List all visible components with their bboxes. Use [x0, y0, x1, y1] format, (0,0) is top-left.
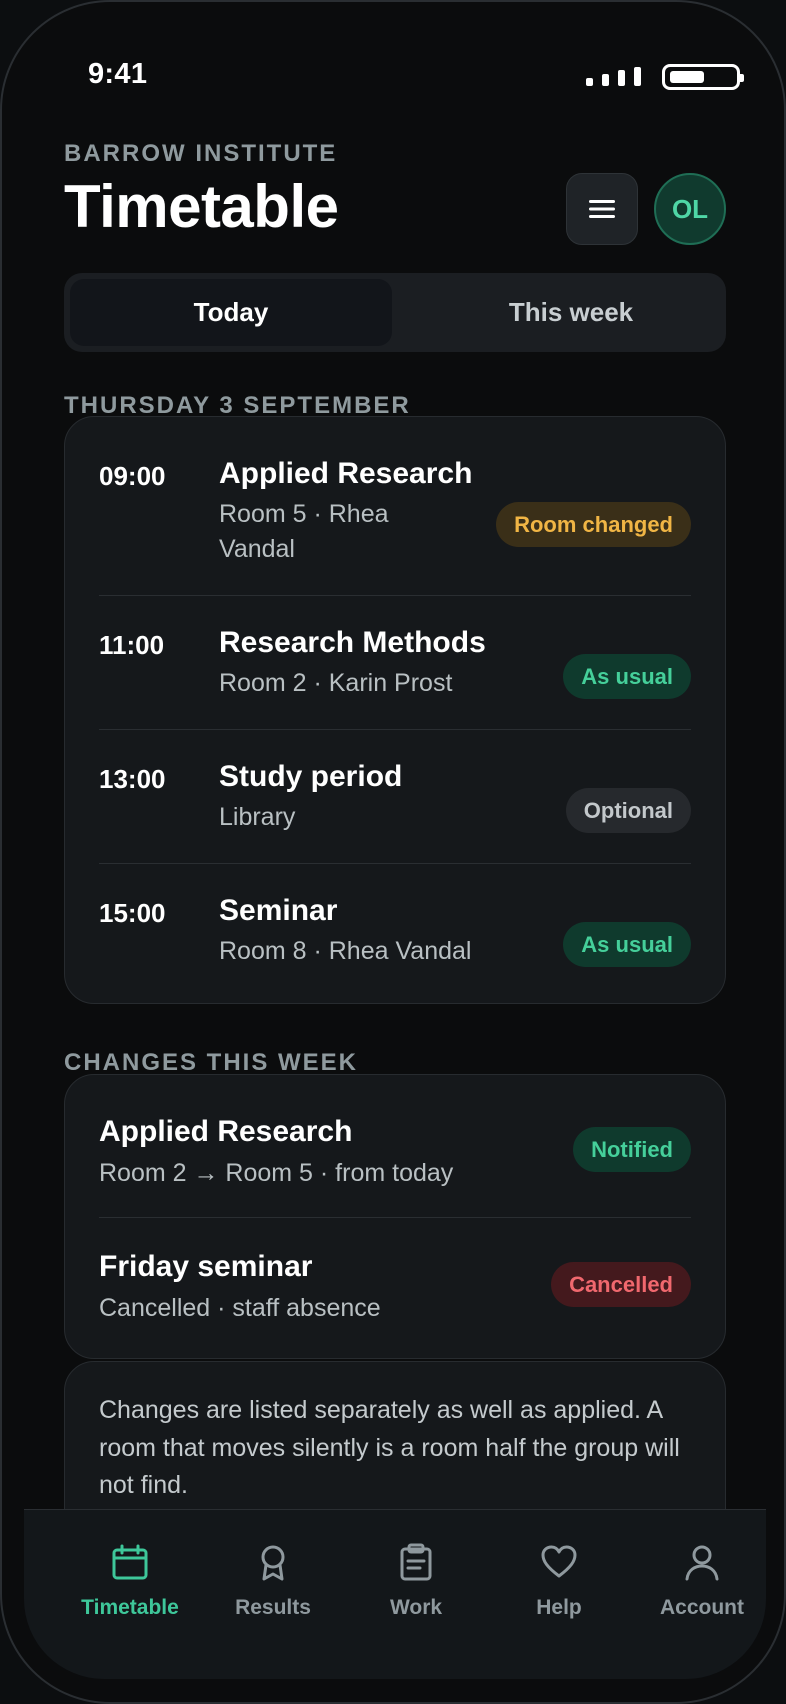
row-subtitle: Room 5 · Rhea	[219, 500, 389, 528]
award-icon	[261, 1545, 285, 1581]
row-subtitle: Room 2 · Karin Prost	[219, 669, 453, 697]
schedule-row[interactable]: 09:00 Applied Research Room 5 · Rhea Van…	[99, 457, 691, 577]
change-item[interactable]: Applied Research Room 2 → Room 5 · from …	[99, 1115, 691, 1195]
row-subtitle: Library	[219, 803, 296, 831]
signal-icon	[586, 67, 644, 86]
heart-icon	[541, 1545, 577, 1578]
schedule-row[interactable]: 15:00 Seminar Room 8 · Rhea Vandal As us…	[99, 894, 691, 974]
schedule-row[interactable]: 13:00 Study period Library Optional	[99, 760, 691, 840]
status-time: 9:41	[88, 58, 148, 90]
change-title: Friday seminar	[99, 1250, 313, 1283]
change-subtitle: Cancelled · staff absence	[99, 1294, 381, 1322]
status-bar: 9:41	[2, 2, 784, 132]
segment-today[interactable]: Today	[70, 279, 392, 346]
calendar-icon	[112, 1544, 148, 1580]
status-badge: Room changed	[496, 502, 691, 547]
row-time: 11:00	[99, 630, 165, 660]
row-time: 13:00	[99, 764, 166, 794]
tab-label: Timetable	[81, 1596, 179, 1619]
clipboard-icon	[400, 1543, 432, 1581]
divider	[99, 729, 691, 730]
battery-icon	[662, 64, 744, 90]
status-badge: Cancelled	[551, 1262, 691, 1307]
tab-work[interactable]: Work	[346, 1542, 486, 1620]
divider	[99, 1217, 691, 1218]
changes-card: Applied Research Room 2 → Room 5 · from …	[64, 1074, 726, 1359]
change-item[interactable]: Friday seminar Cancelled · staff absence…	[99, 1250, 691, 1330]
tab-label: Account	[660, 1596, 744, 1619]
tab-account[interactable]: Account	[632, 1542, 772, 1620]
tab-timetable[interactable]: Timetable	[60, 1542, 200, 1620]
page-title: Timetable	[64, 173, 339, 240]
row-title: Seminar	[219, 894, 338, 927]
row-title: Study period	[219, 760, 403, 793]
institution-name: BARROW INSTITUTE	[64, 140, 338, 167]
row-title: Research Methods	[219, 626, 486, 659]
avatar[interactable]: OL	[654, 173, 726, 245]
status-badge: Notified	[573, 1127, 691, 1172]
divider	[99, 863, 691, 864]
tab-label: Work	[389, 1596, 443, 1619]
change-subtitle: Room 2 → Room 5 · from today	[99, 1159, 454, 1187]
row-title: Applied Research	[219, 457, 473, 490]
hamburger-icon	[589, 200, 615, 218]
tab-results[interactable]: Results	[203, 1542, 343, 1620]
section-label-changes: CHANGES THIS WEEK	[64, 1049, 359, 1076]
person-icon	[685, 1545, 719, 1581]
segment-this-week[interactable]: This week	[410, 279, 732, 346]
row-time: 09:00	[99, 461, 166, 491]
tab-label: Help	[536, 1596, 582, 1619]
tab-label: Results	[235, 1596, 311, 1619]
divider	[99, 595, 691, 596]
status-badge: As usual	[563, 654, 691, 699]
phone-screen: 9:41 BARROW INSTITUTE Timetable OL Today…	[0, 0, 786, 1704]
change-title: Applied Research	[99, 1115, 353, 1148]
schedule-row[interactable]: 11:00 Research Methods Room 2 · Karin Pr…	[99, 626, 691, 706]
row-subtitle: Room 8 · Rhea Vandal	[219, 937, 472, 965]
status-badge: As usual	[563, 922, 691, 967]
row-time: 15:00	[99, 898, 166, 928]
row-subtitle-line2: Vandal	[219, 535, 295, 563]
bottom-tab-bar: Timetable Results Work Help Account	[24, 1509, 766, 1679]
menu-button[interactable]	[566, 173, 638, 245]
status-badge: Optional	[565, 788, 691, 833]
view-segmented-control: Today This week	[64, 273, 726, 352]
tab-help[interactable]: Help	[489, 1542, 629, 1620]
info-note-text: Changes are listed separately as well as…	[99, 1396, 680, 1499]
today-schedule-card: 09:00 Applied Research Room 5 · Rhea Van…	[64, 416, 726, 1004]
